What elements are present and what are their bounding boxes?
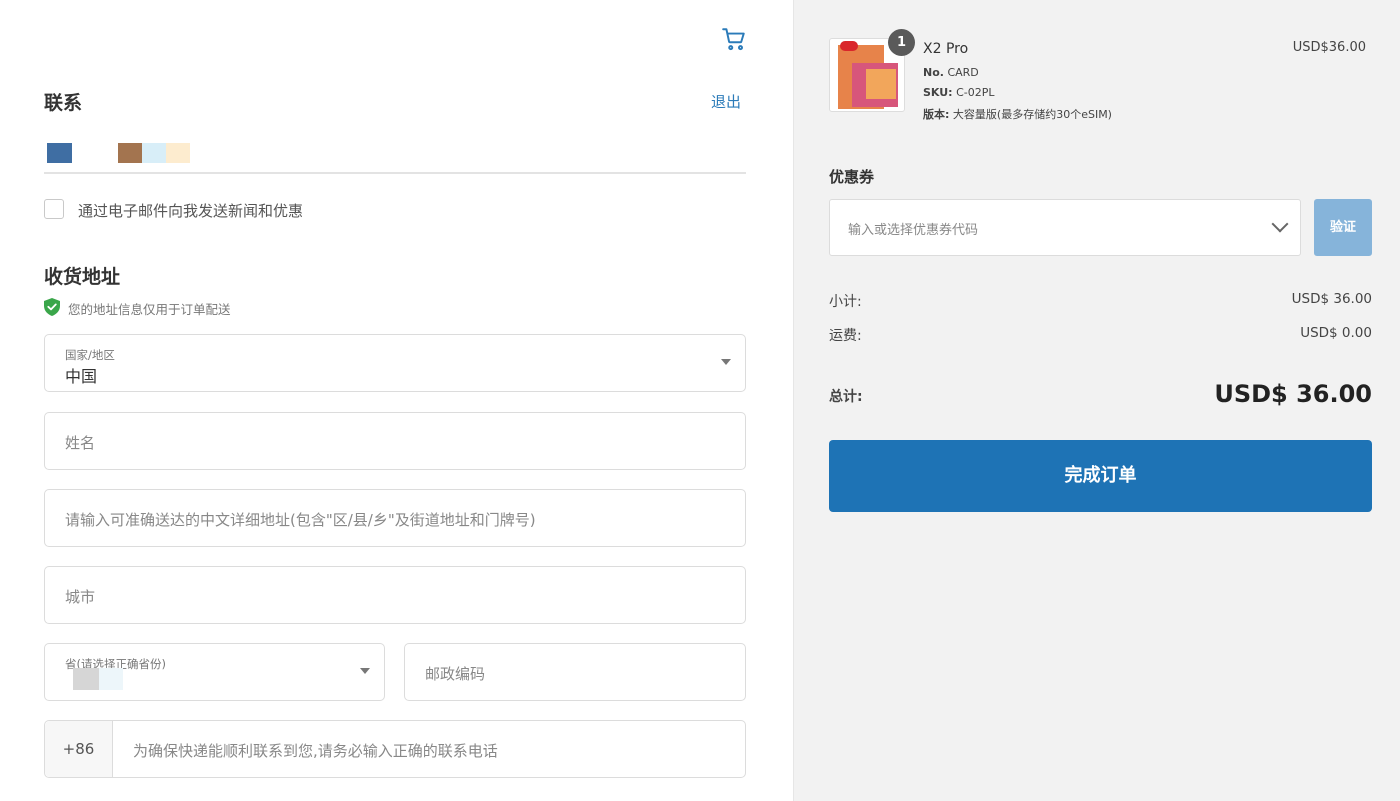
product-no-label: No. [923,66,944,79]
product-no-value: CARD [947,66,979,79]
coupon-placeholder: 输入或选择优惠券代码 [848,223,979,238]
product-version: 版本: 大容量版(最多存储约30个eSIM) [923,106,1112,122]
quantity-badge: 1 [888,29,915,56]
country-select[interactable]: 国家/地区 中国 [44,334,746,392]
product-version-value: 大容量版(最多存储约30个eSIM) [952,108,1112,121]
shipping-fee-value: USD$ 0.00 [1300,325,1372,341]
product-name: X2 Pro [923,41,969,57]
city-input[interactable]: 城市 [44,566,746,624]
shipping-fee-label: 运费: [829,328,862,344]
redacted-email-block [142,143,166,163]
name-input[interactable]: 姓名 [44,412,746,470]
city-placeholder: 城市 [65,588,96,606]
redacted-province-block [99,668,123,690]
total-label: 总计: [829,389,863,405]
contact-section-title: 联系 [44,92,83,114]
coupon-input[interactable]: 输入或选择优惠券代码 [829,199,1301,256]
shopping-cart-icon[interactable] [721,26,747,52]
place-order-button[interactable]: 完成订单 [829,440,1372,512]
redacted-email-block [47,143,72,163]
checkout-form-panel: 联系 退出 通过电子邮件向我发送新闻和优惠 收货地址 您的地址信息仅用于订单配送… [0,0,793,801]
logout-link[interactable]: 退出 [711,91,741,112]
phone-input[interactable]: +86 为确保快递能顺利联系到您,请务必输入正确的联系电话 [44,720,746,778]
newsletter-label: 通过电子邮件向我发送新闻和优惠 [78,202,304,220]
redacted-email-block [118,143,142,163]
contact-email-display [44,140,746,174]
product-sku-value: C-02PL [956,86,995,99]
dropdown-caret-icon [360,668,370,674]
product-card-image [866,69,896,99]
shield-check-icon [44,298,60,316]
country-label: 国家/地区 [65,348,115,362]
newsletter-checkbox[interactable] [44,199,64,219]
coupon-title: 优惠券 [829,168,875,186]
phone-placeholder: 为确保快递能顺利联系到您,请务必输入正确的联系电话 [133,742,498,760]
postal-code-input[interactable]: 邮政编码 [404,643,746,701]
redacted-email-block [166,143,190,163]
privacy-note: 您的地址信息仅用于订单配送 [68,302,231,317]
dropdown-caret-icon [721,359,731,365]
redacted-province-block [73,668,99,690]
name-placeholder: 姓名 [65,434,96,452]
brand-logo [840,41,858,51]
chevron-down-icon[interactable] [1271,215,1289,233]
total-value: USD$ 36.00 [1214,380,1372,408]
product-sku-label: SKU: [923,86,953,99]
subtotal-label: 小计: [829,294,862,310]
phone-country-code: +86 [45,721,113,777]
product-no: No. CARD [923,66,979,79]
subtotal-value: USD$ 36.00 [1291,291,1372,307]
address-input[interactable]: 请输入可准确送达的中文详细地址(包含"区/县/乡"及街道地址和门牌号) [44,489,746,547]
verify-coupon-button[interactable]: 验证 [1314,199,1372,256]
product-sku: SKU: C-02PL [923,86,995,99]
product-version-label: 版本: [923,108,950,121]
province-select[interactable]: 省(请选择正确省份) [44,643,385,701]
address-placeholder: 请输入可准确送达的中文详细地址(包含"区/县/乡"及街道地址和门牌号) [65,511,536,529]
product-price: USD$36.00 [1292,40,1366,55]
postal-placeholder: 邮政编码 [425,665,486,683]
country-value: 中国 [65,367,98,386]
shipping-section-title: 收货地址 [44,266,121,288]
